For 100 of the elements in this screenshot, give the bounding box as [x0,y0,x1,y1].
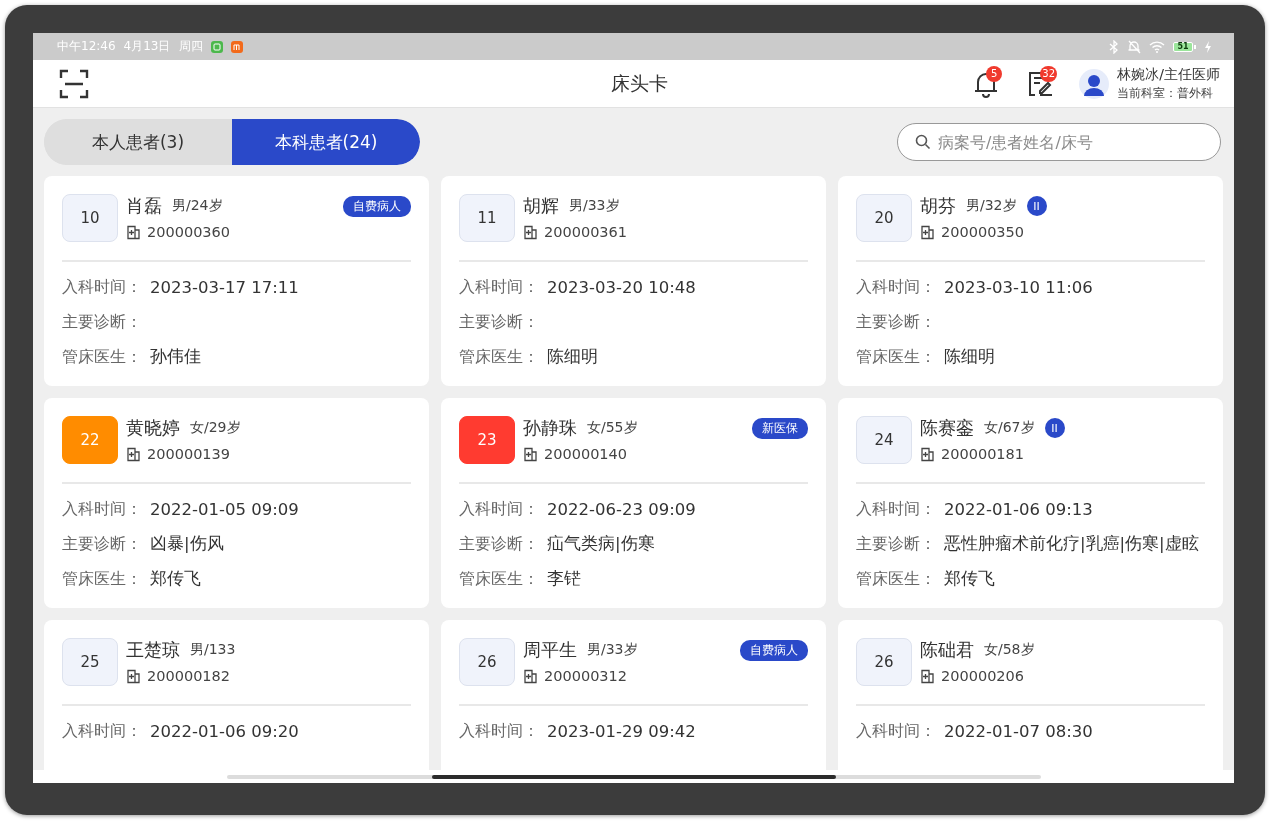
sex-age: 男/133 [190,641,236,659]
bed-number: 11 [459,194,515,242]
sex-age: 男/33岁 [569,197,620,215]
field-label: 入科时间： [459,720,539,742]
record-number: 200000140 [544,446,628,462]
field-value: 李铓 [547,568,581,590]
field-value: 郑传飞 [944,568,995,590]
bed-number: 25 [62,638,118,686]
field-label: 管床医生： [62,346,142,368]
app-icon [230,40,243,53]
patient-name: 黄晓婷 [126,416,180,440]
medical-record-icon [126,224,141,240]
field-label: 管床医生： [459,346,539,368]
bed-number: 22 [62,416,118,464]
medical-record-icon [920,446,935,462]
page-title: 床头卡 [611,70,668,96]
bed-number: 23 [459,416,515,464]
patient-card[interactable]: 26 陈础君 女/58岁 200000206 入科时间： 2022-01-07 08:30 [838,620,1223,770]
field-value: 2023-03-10 11:06 [944,277,1093,297]
patient-name: 周平生 [523,638,577,662]
insurance-tag: 自费病人 [343,195,411,217]
field-value: 2022-01-06 09:13 [944,499,1093,519]
field-label: 主要诊断： [62,533,142,555]
charging-icon [1204,40,1212,53]
field-label: 入科时间： [856,498,936,520]
field-label: 主要诊断： [459,311,539,333]
sex-age: 女/58岁 [984,641,1035,659]
patient-name: 胡芬 [920,194,956,218]
medical-record-icon [523,446,538,462]
field-label: 管床医生： [856,568,936,590]
patient-card[interactable]: 26 周平生 男/33岁 自费病人 200000312 入科时间： 2023-01-29 09:42 [441,620,826,770]
sex-age: 女/55岁 [587,419,638,437]
medical-record-icon [920,224,935,240]
record-number: 200000139 [147,446,231,462]
level-tag: II [1026,196,1047,216]
scrollbar[interactable] [226,774,1041,779]
patient-card[interactable]: 24 陈赛銮 女/67岁 II 200000181 入科时间： 2022-01-06 09:13 主要诊断： 恶性肿瘤术前化疗|乳癌|伤寒|虚眩 管床医生： 郑传飞 [838,398,1223,608]
field-label: 管床医生： [62,568,142,590]
insurance-tag: 自费病人 [740,639,808,661]
sex-age: 女/67岁 [984,419,1035,437]
bed-number: 26 [856,638,912,686]
sex-age: 男/32岁 [966,197,1017,215]
field-value: 陈细明 [944,346,995,368]
record-number: 200000361 [544,224,628,240]
patient-name: 陈赛銮 [920,416,974,440]
field-value: 疝气类病|伤寒 [547,533,655,555]
level-tag: II [1044,418,1065,438]
bed-number: 26 [459,638,515,686]
insurance-tag: 新医保 [752,417,808,439]
patient-name: 陈础君 [920,638,974,662]
sex-age: 男/24岁 [172,197,223,215]
sex-age: 女/29岁 [190,419,241,437]
patient-name: 孙静珠 [523,416,577,440]
edit-document-icon[interactable] [1026,69,1055,98]
field-value: 凶暴|伤风 [150,533,224,555]
field-value: 2023-03-17 17:11 [150,277,299,297]
battery-level: 51 [1173,41,1193,52]
field-label: 主要诊断： [856,311,936,333]
bluetooth-icon [1109,39,1119,54]
field-label: 入科时间： [459,498,539,520]
search-field[interactable]: 病案号/患者姓名/床号 [897,123,1221,161]
field-label: 入科时间： [62,498,142,520]
patient-tab[interactable]: 本科患者(24) [232,119,420,165]
medical-record-icon [920,668,935,684]
field-value: 2022-01-06 09:20 [150,721,299,741]
avatar-icon[interactable] [1079,68,1110,99]
field-label: 入科时间： [856,276,936,298]
current-department: 当前科室：普外科 [1117,86,1215,101]
field-label: 主要诊断： [62,311,142,333]
notification-count: 5 [986,65,1003,82]
field-value: 2022-06-23 09:09 [547,499,696,519]
field-value: 恶性肿瘤术前化疗|乳癌|伤寒|虚眩 [944,533,1199,555]
record-number: 200000312 [544,668,628,684]
record-number: 200000206 [941,668,1025,684]
patient-card[interactable]: 22 黄晓婷 女/29岁 200000139 入科时间： 2022-01-05 09:09 主要诊断： 凶暴|伤风 管床医生： 郑传飞 [44,398,429,608]
record-number: 200000182 [147,668,231,684]
patient-card[interactable]: 20 胡芬 男/32岁 II 200000350 入科时间： 2023-03-10 11:06 主要诊断： 管床医生： 陈细明 [838,176,1223,386]
patient-card[interactable]: 25 王楚琼 男/133 200000182 入科时间： 2022-01-06 09:20 [44,620,429,770]
record-number: 200000181 [941,446,1025,462]
patient-name: 王楚琼 [126,638,180,662]
field-label: 入科时间： [459,276,539,298]
record-number: 200000360 [147,224,231,240]
patient-card[interactable]: 11 胡辉 男/33岁 200000361 入科时间： 2023-03-20 10:48 主要诊断： 管床医生： 陈细明 [441,176,826,386]
field-value: 2023-03-20 10:48 [547,277,696,297]
medical-record-icon [523,224,538,240]
medical-record-icon [126,446,141,462]
field-label: 主要诊断： [459,533,539,555]
field-label: 主要诊断： [856,533,936,555]
patient-name: 胡辉 [523,194,559,218]
field-label: 管床医生： [856,346,936,368]
bed-number: 20 [856,194,912,242]
task-count: 32 [1040,65,1057,82]
field-label: 入科时间： [62,276,142,298]
patient-card[interactable]: 23 孙静珠 女/55岁 新医保 200000140 入科时间： 2022-06-23 09:09 主要诊断： 疝气类病|伤寒 管床医生： 李铓 [441,398,826,608]
field-value: 2022-01-05 09:09 [150,499,299,519]
muted-bell-icon [1127,39,1141,54]
scan-icon[interactable] [59,68,89,99]
patient-card[interactable]: 10 肖磊 男/24岁 自费病人 200000360 入科时间： 2023-03-17 17:11 主要诊断： 管床医生： 孙伟佳 [44,176,429,386]
field-label: 入科时间： [856,720,936,742]
medical-record-icon [523,668,538,684]
